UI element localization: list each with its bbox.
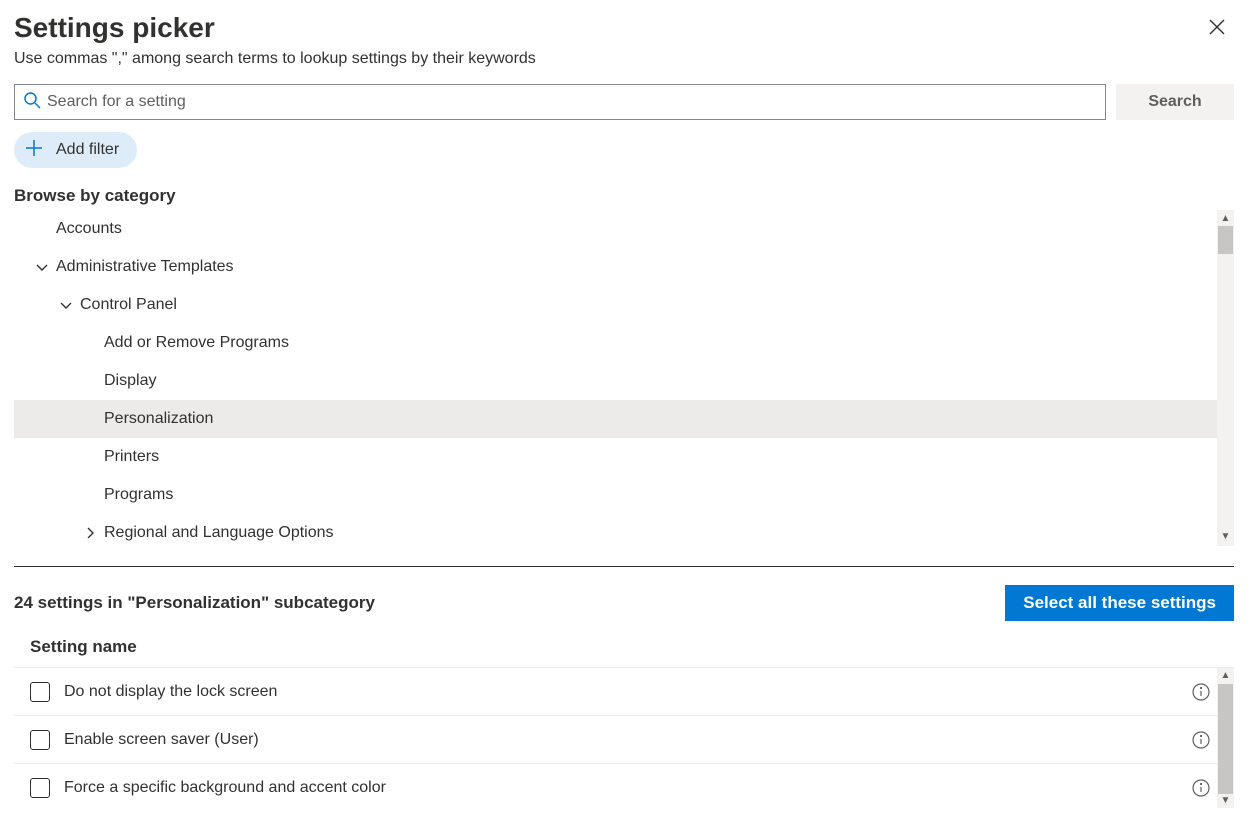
tree-item-programs[interactable]: Programs [14, 476, 1234, 514]
results-count: 24 settings in "Personalization" subcate… [14, 593, 375, 613]
page-title: Settings picker [14, 12, 215, 44]
scroll-down-icon[interactable]: ▼ [1221, 793, 1231, 808]
tree-item-label: Regional and Language Options [104, 524, 334, 542]
tree-item-control-panel[interactable]: Control Panel [14, 286, 1234, 324]
search-button[interactable]: Search [1116, 84, 1234, 120]
tree-item-label: Display [104, 372, 156, 390]
tree-item-personalization[interactable]: Personalization [14, 400, 1234, 438]
tree-item-printers[interactable]: Printers [14, 438, 1234, 476]
checkbox[interactable] [30, 730, 50, 750]
tree-item-label: Administrative Templates [56, 258, 234, 276]
tree-item-regional-language[interactable]: Regional and Language Options [14, 514, 1234, 546]
chevron-right-icon [80, 523, 100, 543]
setting-label[interactable]: Enable screen saver (User) [64, 731, 1192, 749]
plus-icon [24, 138, 44, 163]
setting-row[interactable]: Force a specific background and accent c… [14, 764, 1234, 808]
search-icon [23, 91, 41, 114]
search-input[interactable] [41, 85, 1097, 119]
close-button[interactable] [1208, 18, 1228, 38]
checkbox[interactable] [30, 682, 50, 702]
chevron-down-icon [32, 257, 52, 277]
settings-list: Do not display the lock screen Enable sc… [14, 668, 1234, 808]
select-all-button[interactable]: Select all these settings [1005, 585, 1234, 621]
info-icon[interactable] [1192, 683, 1210, 701]
scroll-thumb[interactable] [1218, 684, 1233, 794]
tree-item-label: Printers [104, 448, 159, 466]
tree-item-label: Personalization [104, 410, 213, 428]
tree-scrollbar[interactable]: ▲ ▼ [1217, 210, 1234, 546]
settings-scrollbar[interactable]: ▲ ▼ [1217, 668, 1234, 808]
info-icon[interactable] [1192, 779, 1210, 797]
tree-item-label: Accounts [56, 220, 122, 238]
info-icon[interactable] [1192, 731, 1210, 749]
tree-item-accounts[interactable]: Accounts [14, 210, 1234, 248]
tree-item-display[interactable]: Display [14, 362, 1234, 400]
add-filter-button[interactable]: Add filter [14, 132, 137, 168]
page-subtitle: Use commas "," among search terms to loo… [14, 50, 1234, 68]
close-icon [1208, 18, 1226, 36]
scroll-down-icon[interactable]: ▼ [1221, 528, 1231, 546]
setting-label[interactable]: Do not display the lock screen [64, 683, 1192, 701]
checkbox[interactable] [30, 778, 50, 798]
column-header-setting-name[interactable]: Setting name [14, 621, 1234, 668]
setting-row[interactable]: Enable screen saver (User) [14, 716, 1234, 764]
section-divider [14, 566, 1234, 567]
search-box[interactable] [14, 84, 1106, 120]
scroll-up-icon[interactable]: ▲ [1221, 668, 1231, 683]
category-tree: Accounts Administrative Templates Contro… [14, 210, 1234, 546]
tree-item-label: Programs [104, 486, 173, 504]
add-filter-label: Add filter [56, 141, 119, 159]
tree-item-add-remove-programs[interactable]: Add or Remove Programs [14, 324, 1234, 362]
tree-item-administrative-templates[interactable]: Administrative Templates [14, 248, 1234, 286]
browse-by-category-label: Browse by category [14, 186, 1234, 206]
chevron-down-icon [56, 295, 76, 315]
scroll-thumb[interactable] [1218, 226, 1233, 254]
setting-row[interactable]: Do not display the lock screen [14, 668, 1234, 716]
setting-label[interactable]: Force a specific background and accent c… [64, 779, 1192, 797]
tree-item-label: Control Panel [80, 296, 177, 314]
tree-item-label: Add or Remove Programs [104, 334, 289, 352]
